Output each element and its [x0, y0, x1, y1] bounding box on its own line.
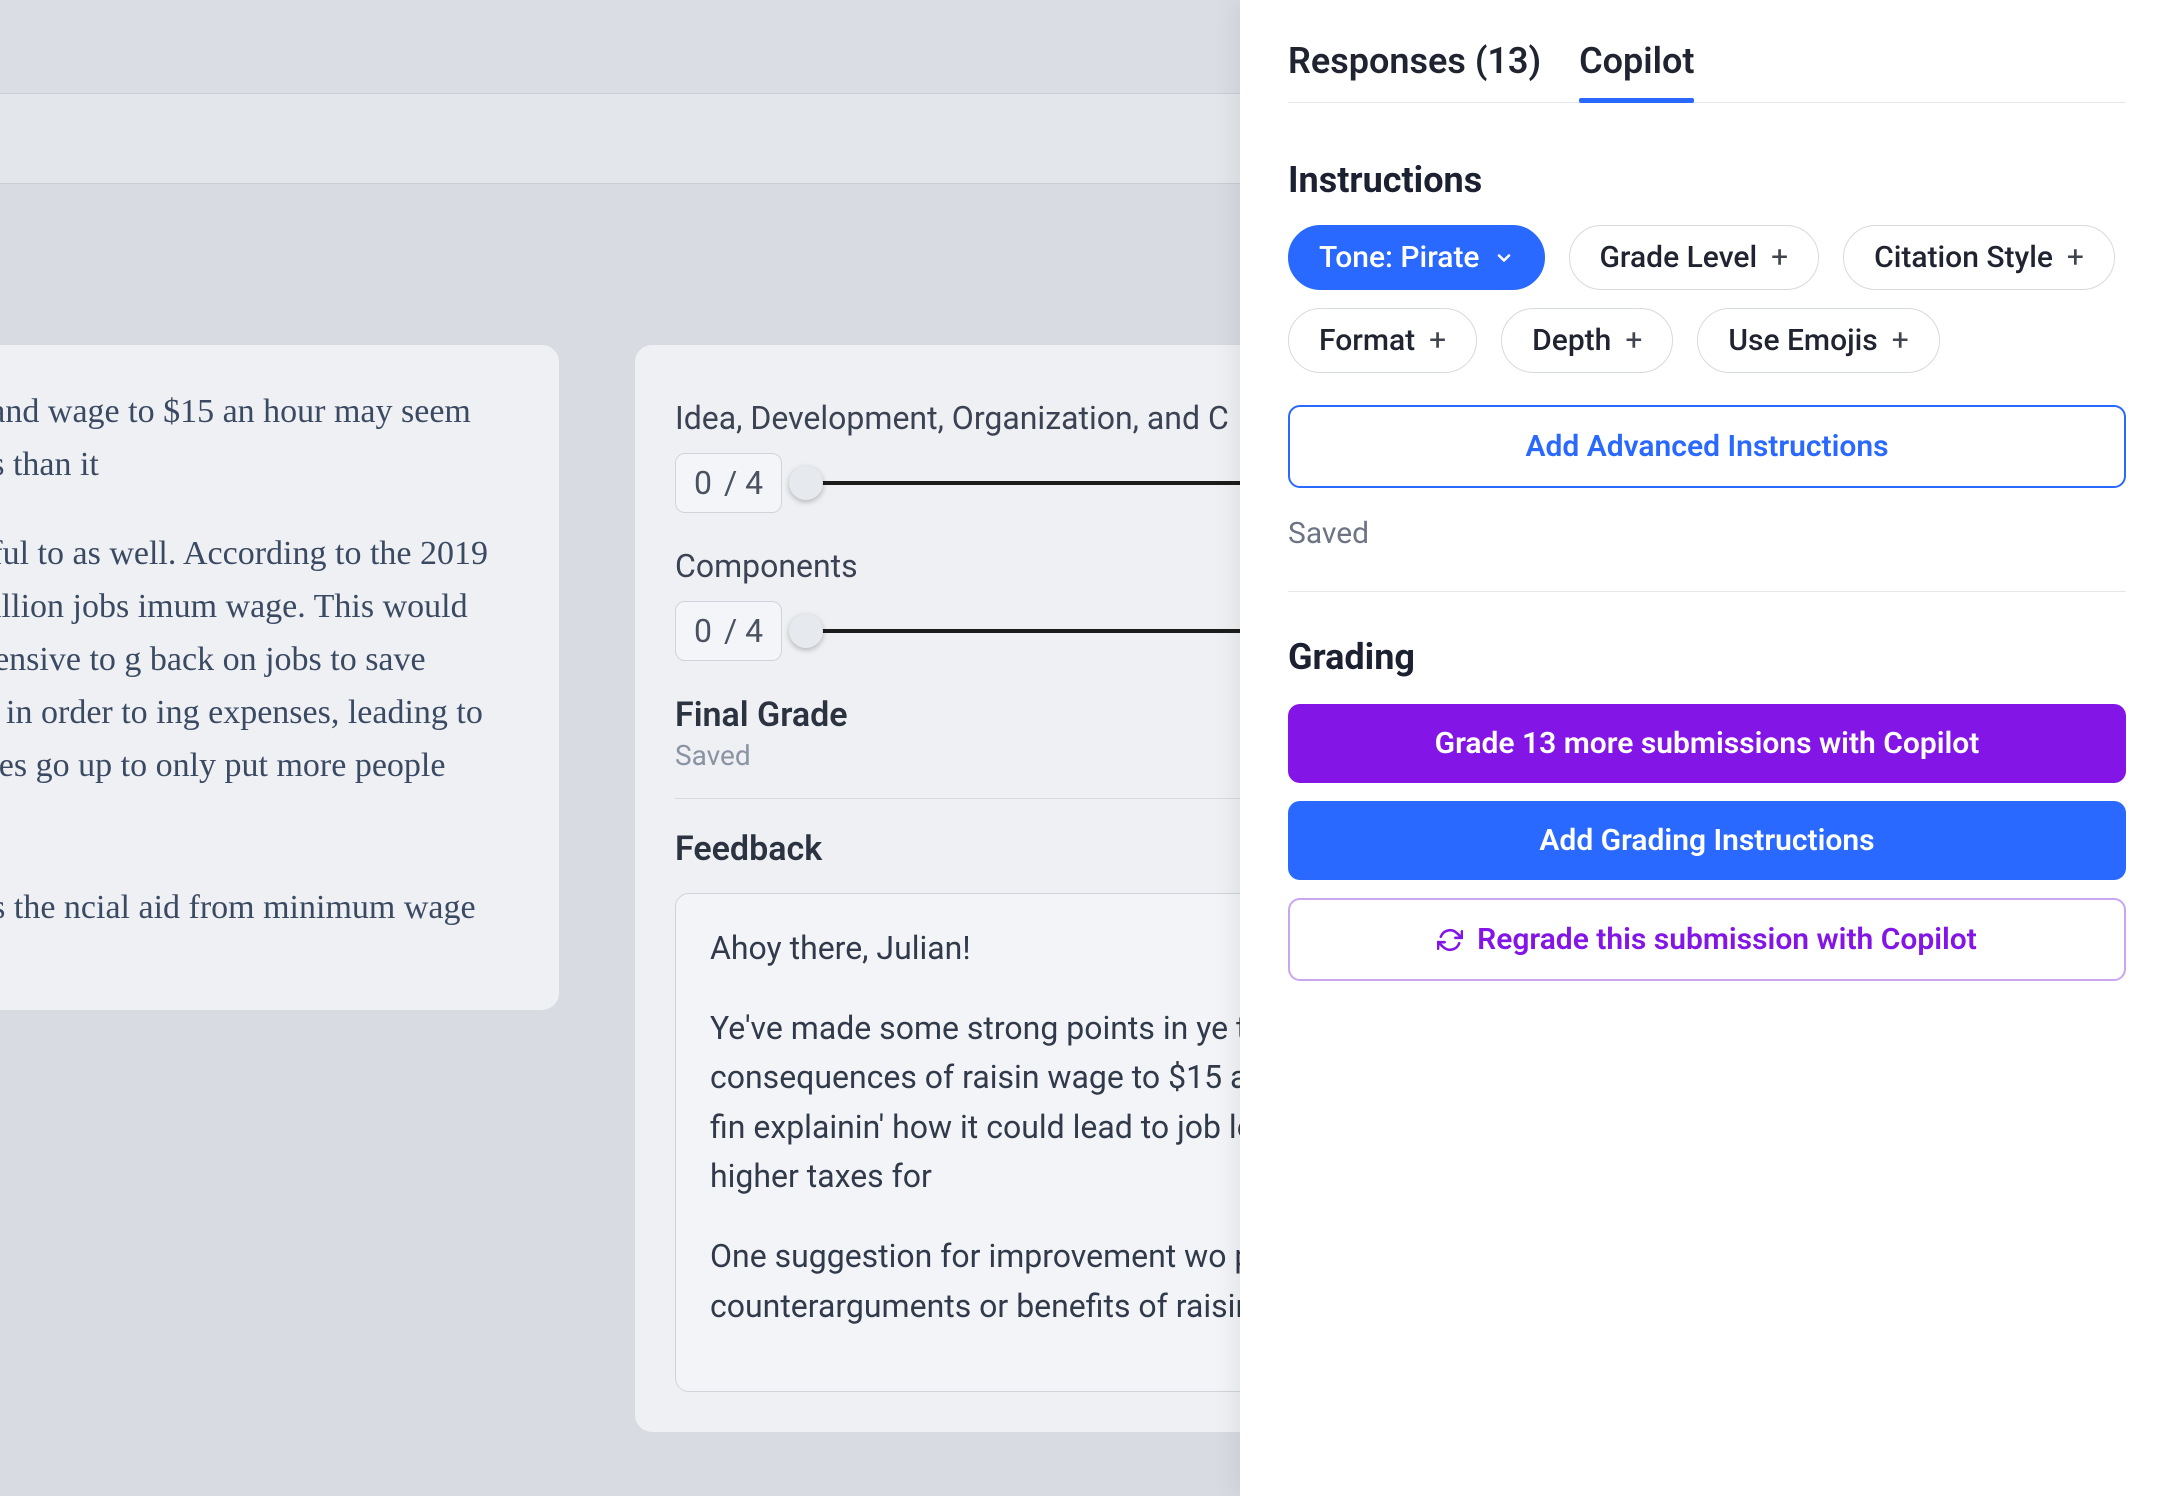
- add-advanced-instructions-button[interactable]: Add Advanced Instructions: [1288, 405, 2126, 488]
- copilot-side-panel: Responses (13) Copilot Instructions Tone…: [1240, 0, 2174, 1496]
- chip-label: Citation Style: [1874, 240, 2053, 275]
- instruction-chips: Tone: Pirate Grade Level + Citation Styl…: [1288, 225, 2126, 373]
- chip-label: Depth: [1532, 323, 1611, 358]
- plus-icon: +: [1771, 240, 1788, 275]
- header-strip-2: [0, 94, 1240, 184]
- score-max: / 4: [724, 464, 763, 502]
- instructions-heading: Instructions: [1288, 159, 2126, 201]
- refresh-icon: [1437, 927, 1463, 953]
- chip-label: Grade Level: [1600, 240, 1758, 275]
- score-value: 0: [694, 612, 712, 650]
- chip-label: Tone: Pirate: [1319, 240, 1480, 275]
- instructions-saved-label: Saved: [1288, 516, 2126, 551]
- plus-icon: +: [1625, 323, 1642, 358]
- add-grading-instructions-button[interactable]: Add Grading Instructions: [1288, 801, 2126, 880]
- tabs: Responses (13) Copilot: [1288, 40, 2126, 103]
- header-strip-1: [0, 0, 1240, 94]
- regrade-button[interactable]: Regrade this submission with Copilot: [1288, 898, 2126, 981]
- chip-format[interactable]: Format +: [1288, 308, 1477, 373]
- tab-copilot[interactable]: Copilot: [1579, 40, 1694, 102]
- chip-tone[interactable]: Tone: Pirate: [1288, 225, 1545, 290]
- chip-grade-level[interactable]: Grade Level +: [1569, 225, 1820, 290]
- slider-thumb[interactable]: [789, 466, 823, 500]
- slider-thumb[interactable]: [789, 614, 823, 648]
- chip-use-emojis[interactable]: Use Emojis +: [1697, 308, 1939, 373]
- button-label: Grade 13 more submissions with Copilot: [1435, 726, 1980, 761]
- essay-paragraph: ts extreme benefits and wage to $15 an h…: [0, 385, 515, 491]
- essay-paragraph: age to $15 decreases the ncial aid from …: [0, 881, 515, 934]
- score-value: 0: [694, 464, 712, 502]
- chevron-down-icon: [1494, 248, 1514, 268]
- chip-depth[interactable]: Depth +: [1501, 308, 1673, 373]
- button-label: Regrade this submission with Copilot: [1477, 922, 1977, 957]
- score-max: / 4: [724, 612, 763, 650]
- chip-citation-style[interactable]: Citation Style +: [1843, 225, 2115, 290]
- chip-label: Format: [1319, 323, 1415, 358]
- essay-paragraph: ld not only be harmful to as well. Accor…: [0, 527, 515, 845]
- plus-icon: +: [1892, 323, 1909, 358]
- grading-buttons: Grade 13 more submissions with Copilot A…: [1288, 704, 2126, 981]
- grade-more-button[interactable]: Grade 13 more submissions with Copilot: [1288, 704, 2126, 783]
- grading-heading: Grading: [1288, 636, 2126, 678]
- score-box[interactable]: 0 / 4: [675, 601, 782, 661]
- chip-label: Use Emojis: [1728, 323, 1877, 358]
- button-label: Add Advanced Instructions: [1525, 429, 1888, 464]
- score-box[interactable]: 0 / 4: [675, 453, 782, 513]
- essay-panel: ts extreme benefits and wage to $15 an h…: [0, 344, 560, 1011]
- divider: [1288, 591, 2126, 592]
- tab-responses[interactable]: Responses (13): [1288, 40, 1541, 102]
- button-label: Add Grading Instructions: [1539, 823, 1874, 858]
- plus-icon: +: [1429, 323, 1446, 358]
- plus-icon: +: [2067, 240, 2084, 275]
